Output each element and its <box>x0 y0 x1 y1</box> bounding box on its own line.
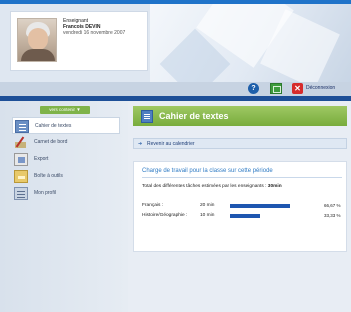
export-icon <box>14 153 28 166</box>
sidebar-item-label: Mon profil <box>34 190 56 196</box>
sidebar-item-mon-profil[interactable]: Mon profil <box>12 185 120 202</box>
sidebar-item-carnet-de-bord[interactable]: Carnet de bord <box>12 134 120 151</box>
total-label: Total des différentes tâches estimées pa… <box>142 184 267 189</box>
workload-table: Français : 20 min 66,67 % Histoire/Géogr… <box>142 202 342 222</box>
header: Enseignant Francois DEVIN vendredi 16 no… <box>0 4 351 82</box>
sidebar-item-boite-a-outils[interactable]: Boîte à outils <box>12 168 120 185</box>
logout-icon: ✕ <box>292 83 303 94</box>
progress-track <box>230 214 320 218</box>
time-value: 10 min <box>200 213 215 218</box>
help-button[interactable]: ? <box>248 83 259 94</box>
sidebar-item-label: Carnet de bord <box>34 139 68 145</box>
page-title: Cahier de textes <box>159 111 229 121</box>
profile-icon <box>14 187 28 200</box>
app-window: Enseignant Francois DEVIN vendredi 16 no… <box>0 0 351 312</box>
time-value: 20 min <box>200 203 215 208</box>
table-row: Histoire/Géographie : 10 min 33,33 % <box>142 212 342 222</box>
logout-label: Déconnexion <box>306 85 336 91</box>
pen-icon <box>14 136 28 149</box>
total-workload: Total des différentes tâches estimées pa… <box>142 184 282 189</box>
main-content: Cahier de textes ➜ Revenir au calendrier… <box>128 101 351 312</box>
sidebar-item-label: Export <box>34 156 49 162</box>
progress-bar <box>230 204 290 208</box>
toolbar-actions: ? ✕ Déconnexion <box>0 82 351 96</box>
user-profile-card: Enseignant Francois DEVIN vendredi 16 no… <box>10 11 148 71</box>
user-info: Enseignant Francois DEVIN vendredi 16 no… <box>63 18 147 36</box>
total-value: 30min <box>267 184 282 189</box>
sidebar-item-label: Cahier de textes <box>35 123 72 129</box>
current-date: vendredi 16 novembre 2007 <box>63 30 126 36</box>
grid-view-button[interactable] <box>270 83 282 94</box>
subject-label: Histoire/Géographie : <box>142 213 188 218</box>
header-decoration <box>150 4 351 82</box>
notebook-icon <box>141 110 153 123</box>
progress-bar <box>230 214 260 218</box>
workload-panel: Charge de travail pour la classe sur cet… <box>133 161 347 252</box>
back-to-calendar-link[interactable]: ➜ Revenir au calendrier <box>133 138 347 149</box>
divider <box>142 177 342 178</box>
sidebar-menu: Cahier de textes Carnet de bord Export B… <box>12 117 120 202</box>
back-link-label: Revenir au calendrier <box>147 141 195 147</box>
sidebar-tab[interactable]: vers contenir ▼ <box>40 106 90 114</box>
progress-track <box>230 204 320 208</box>
sidebar: vers contenir ▼ Cahier de textes Carnet … <box>0 101 128 312</box>
notebook-icon <box>15 120 29 133</box>
percent-value: 33,33 % <box>324 213 341 218</box>
toolbox-icon <box>14 170 28 183</box>
logout-button[interactable]: ✕ Déconnexion <box>290 83 350 95</box>
back-arrow-icon: ➜ <box>138 141 143 147</box>
avatar <box>17 18 57 62</box>
sidebar-item-cahier-de-textes[interactable]: Cahier de textes <box>12 117 120 134</box>
section-header: Cahier de textes <box>133 106 347 126</box>
table-row: Français : 20 min 66,67 % <box>142 202 342 212</box>
panel-title: Charge de travail pour la classe sur cet… <box>142 168 273 174</box>
percent-value: 66,67 % <box>324 203 341 208</box>
sidebar-item-export[interactable]: Export <box>12 151 120 168</box>
subject-label: Français : <box>142 203 164 208</box>
sidebar-item-label: Boîte à outils <box>34 173 63 179</box>
